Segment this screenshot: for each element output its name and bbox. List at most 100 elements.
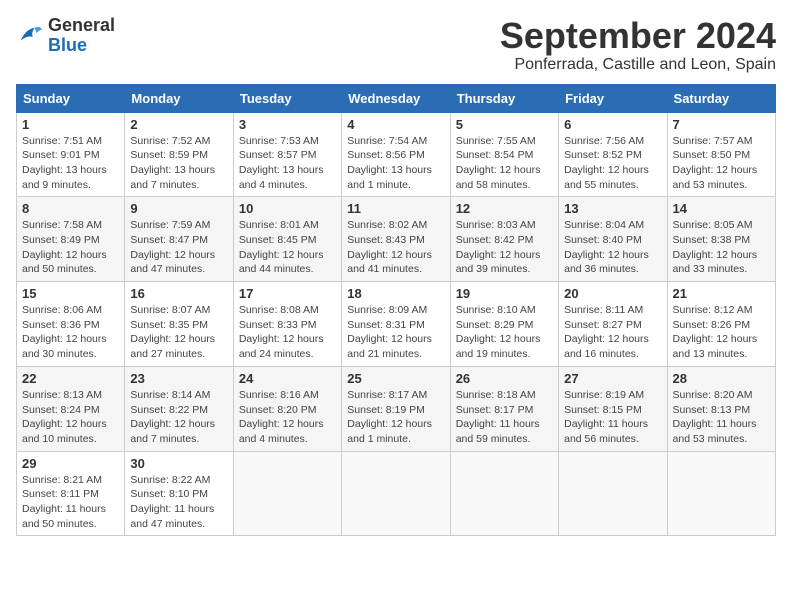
day-number: 12 [456, 201, 553, 216]
calendar-week-row: 15 Sunrise: 8:06 AMSunset: 8:36 PMDayligh… [17, 282, 776, 367]
calendar-cell: 12 Sunrise: 8:03 AMSunset: 8:42 PMDayligh… [450, 197, 558, 282]
location-subtitle: Ponferrada, Castille and Leon, Spain [500, 56, 776, 74]
day-details: Sunrise: 7:55 AMSunset: 8:54 PMDaylight:… [456, 134, 553, 193]
day-number: 29 [22, 456, 119, 471]
calendar-cell [450, 451, 558, 536]
calendar-cell: 28 Sunrise: 8:20 AMSunset: 8:13 PMDayligh… [667, 366, 775, 451]
calendar-cell: 27 Sunrise: 8:19 AMSunset: 8:15 PMDayligh… [559, 366, 667, 451]
day-number: 16 [130, 286, 227, 301]
day-number: 3 [239, 117, 336, 132]
calendar-cell: 19Sunrise: 8:10 AMSunset: 8:29 PMDayligh… [450, 282, 558, 367]
day-number: 27 [564, 371, 661, 386]
day-details: Sunrise: 8:01 AMSunset: 8:45 PMDaylight:… [239, 218, 336, 277]
calendar-cell: 6Sunrise: 7:56 AMSunset: 8:52 PMDaylight… [559, 112, 667, 197]
day-number: 30 [130, 456, 227, 471]
day-details: Sunrise: 7:51 AMSunset: 9:01 PMDaylight:… [22, 134, 119, 193]
day-details: Sunrise: 8:18 AMSunset: 8:17 PMDaylight:… [456, 388, 553, 447]
day-number: 25 [347, 371, 444, 386]
day-number: 9 [130, 201, 227, 216]
calendar-cell [233, 451, 341, 536]
calendar-cell: 23 Sunrise: 8:14 AMSunset: 8:22 PMDayligh… [125, 366, 233, 451]
day-details: Sunrise: 8:13 AMSunset: 8:24 PMDaylight:… [22, 388, 119, 447]
day-number: 18 [347, 286, 444, 301]
day-details: Sunrise: 8:07 AMSunset: 8:35 PMDaylight:… [130, 303, 227, 362]
day-details: Sunrise: 7:57 AMSunset: 8:50 PMDaylight:… [673, 134, 770, 193]
day-number: 5 [456, 117, 553, 132]
day-details: Sunrise: 8:17 AMSunset: 8:19 PMDaylight:… [347, 388, 444, 447]
day-number: 15 [22, 286, 119, 301]
calendar-cell: 10 Sunrise: 8:01 AMSunset: 8:45 PMDayligh… [233, 197, 341, 282]
calendar-cell: 4 Sunrise: 7:54 AMSunset: 8:56 PMDaylight… [342, 112, 450, 197]
day-details: Sunrise: 8:02 AMSunset: 8:43 PMDaylight:… [347, 218, 444, 277]
weekday-header-thursday: Thursday [450, 84, 558, 112]
calendar-cell: 1Sunrise: 7:51 AMSunset: 9:01 PMDaylight… [17, 112, 125, 197]
day-details: Sunrise: 8:06 AMSunset: 8:36 PMDaylight:… [22, 303, 119, 362]
day-details: Sunrise: 8:21 AMSunset: 8:11 PMDaylight:… [22, 473, 119, 532]
day-details: Sunrise: 7:54 AMSunset: 8:56 PMDaylight:… [347, 134, 444, 193]
calendar-cell: 7 Sunrise: 7:57 AMSunset: 8:50 PMDaylight… [667, 112, 775, 197]
day-details: Sunrise: 8:19 AMSunset: 8:15 PMDaylight:… [564, 388, 661, 447]
calendar-cell: 20 Sunrise: 8:11 AMSunset: 8:27 PMDayligh… [559, 282, 667, 367]
day-details: Sunrise: 8:04 AMSunset: 8:40 PMDaylight:… [564, 218, 661, 277]
day-details: Sunrise: 8:16 AMSunset: 8:20 PMDaylight:… [239, 388, 336, 447]
calendar-cell: 29 Sunrise: 8:21 AMSunset: 8:11 PMDayligh… [17, 451, 125, 536]
calendar-cell: 2Sunrise: 7:52 AMSunset: 8:59 PMDaylight… [125, 112, 233, 197]
month-title: September 2024 [500, 16, 776, 56]
calendar-cell: 30 Sunrise: 8:22 AMSunset: 8:10 PMDayligh… [125, 451, 233, 536]
day-details: Sunrise: 8:14 AMSunset: 8:22 PMDaylight:… [130, 388, 227, 447]
day-number: 24 [239, 371, 336, 386]
weekday-header-row: SundayMondayTuesdayWednesdayThursdayFrid… [17, 84, 776, 112]
calendar-cell: 11Sunrise: 8:02 AMSunset: 8:43 PMDayligh… [342, 197, 450, 282]
logo-bird-icon [16, 22, 44, 50]
day-number: 6 [564, 117, 661, 132]
calendar-cell: 13 Sunrise: 8:04 AMSunset: 8:40 PMDayligh… [559, 197, 667, 282]
day-details: Sunrise: 8:08 AMSunset: 8:33 PMDaylight:… [239, 303, 336, 362]
day-details: Sunrise: 8:05 AMSunset: 8:38 PMDaylight:… [673, 218, 770, 277]
calendar-cell: 25 Sunrise: 8:17 AMSunset: 8:19 PMDayligh… [342, 366, 450, 451]
day-details: Sunrise: 8:22 AMSunset: 8:10 PMDaylight:… [130, 473, 227, 532]
calendar-cell: 9 Sunrise: 7:59 AMSunset: 8:47 PMDaylight… [125, 197, 233, 282]
calendar-cell: 22 Sunrise: 8:13 AMSunset: 8:24 PMDayligh… [17, 366, 125, 451]
calendar-cell [667, 451, 775, 536]
logo: General Blue [16, 16, 115, 56]
day-number: 13 [564, 201, 661, 216]
calendar-cell: 3 Sunrise: 7:53 AMSunset: 8:57 PMDaylight… [233, 112, 341, 197]
day-number: 28 [673, 371, 770, 386]
logo-text: General Blue [48, 16, 115, 56]
calendar-cell: 26 Sunrise: 8:18 AMSunset: 8:17 PMDayligh… [450, 366, 558, 451]
day-number: 21 [673, 286, 770, 301]
calendar-cell [559, 451, 667, 536]
day-details: Sunrise: 8:11 AMSunset: 8:27 PMDaylight:… [564, 303, 661, 362]
day-number: 19 [456, 286, 553, 301]
day-number: 10 [239, 201, 336, 216]
calendar-cell: 21 Sunrise: 8:12 AMSunset: 8:26 PMDayligh… [667, 282, 775, 367]
weekday-header-saturday: Saturday [667, 84, 775, 112]
day-number: 20 [564, 286, 661, 301]
day-details: Sunrise: 7:59 AMSunset: 8:47 PMDaylight:… [130, 218, 227, 277]
day-details: Sunrise: 7:53 AMSunset: 8:57 PMDaylight:… [239, 134, 336, 193]
day-details: Sunrise: 8:20 AMSunset: 8:13 PMDaylight:… [673, 388, 770, 447]
weekday-header-sunday: Sunday [17, 84, 125, 112]
calendar-cell [342, 451, 450, 536]
day-details: Sunrise: 8:12 AMSunset: 8:26 PMDaylight:… [673, 303, 770, 362]
day-details: Sunrise: 7:52 AMSunset: 8:59 PMDaylight:… [130, 134, 227, 193]
day-number: 23 [130, 371, 227, 386]
weekday-header-friday: Friday [559, 84, 667, 112]
calendar-cell: 17Sunrise: 8:08 AMSunset: 8:33 PMDayligh… [233, 282, 341, 367]
calendar-title-area: September 2024 Ponferrada, Castille and … [500, 16, 776, 74]
day-number: 4 [347, 117, 444, 132]
calendar-cell: 16 Sunrise: 8:07 AMSunset: 8:35 PMDayligh… [125, 282, 233, 367]
calendar-cell: 24 Sunrise: 8:16 AMSunset: 8:20 PMDayligh… [233, 366, 341, 451]
day-number: 26 [456, 371, 553, 386]
day-number: 7 [673, 117, 770, 132]
weekday-header-wednesday: Wednesday [342, 84, 450, 112]
weekday-header-monday: Monday [125, 84, 233, 112]
calendar-week-row: 1Sunrise: 7:51 AMSunset: 9:01 PMDaylight… [17, 112, 776, 197]
day-number: 14 [673, 201, 770, 216]
day-number: 8 [22, 201, 119, 216]
weekday-header-tuesday: Tuesday [233, 84, 341, 112]
day-details: Sunrise: 7:58 AMSunset: 8:49 PMDaylight:… [22, 218, 119, 277]
day-details: Sunrise: 8:03 AMSunset: 8:42 PMDaylight:… [456, 218, 553, 277]
day-number: 22 [22, 371, 119, 386]
calendar-cell: 5 Sunrise: 7:55 AMSunset: 8:54 PMDaylight… [450, 112, 558, 197]
